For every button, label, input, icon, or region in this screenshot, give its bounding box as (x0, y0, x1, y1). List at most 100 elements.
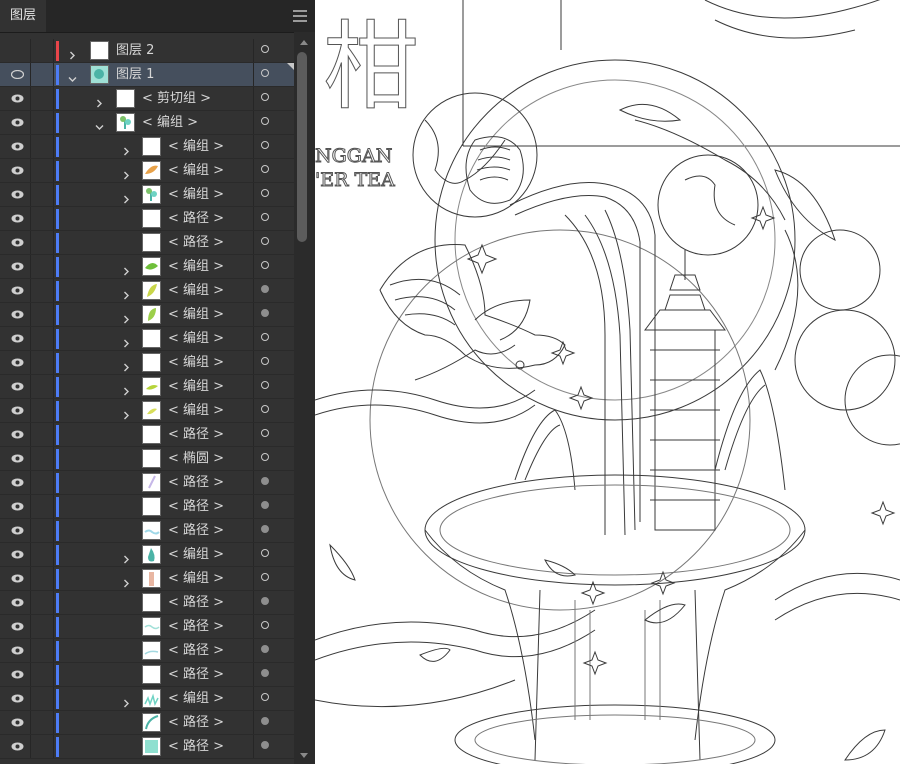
visibility-eye-icon[interactable] (4, 687, 31, 710)
chevron-right-icon[interactable] (95, 93, 103, 108)
target-circle-icon[interactable] (253, 255, 278, 278)
hamburger-menu-icon[interactable] (293, 10, 307, 22)
visibility-eye-icon[interactable] (4, 207, 31, 230)
chevron-right-icon[interactable] (122, 165, 130, 180)
layer-name[interactable]: < 路径 > (168, 711, 224, 734)
layer-row[interactable]: < 椭圆 > (0, 447, 294, 471)
chevron-right-icon[interactable] (122, 261, 130, 276)
visibility-eye-icon[interactable] (4, 519, 31, 542)
lock-toggle[interactable] (31, 279, 54, 302)
target-circle-icon[interactable] (253, 183, 278, 206)
layer-row[interactable]: < 编组 > (0, 375, 294, 399)
layer-name[interactable]: 图层 1 (116, 63, 154, 86)
layer-row[interactable]: < 编组 > (0, 111, 294, 135)
chevron-right-icon[interactable] (122, 381, 130, 396)
target-circle-icon[interactable] (253, 639, 278, 662)
visibility-eye-icon[interactable] (4, 111, 31, 134)
lock-toggle[interactable] (31, 207, 54, 230)
chevron-right-icon[interactable] (122, 405, 130, 420)
layer-name[interactable]: 图层 2 (116, 39, 154, 62)
visibility-eye-icon[interactable] (4, 735, 31, 758)
lock-toggle[interactable] (31, 591, 54, 614)
layer-row[interactable]: < 路径 > (0, 471, 294, 495)
visibility-eye-icon[interactable] (4, 183, 31, 206)
layer-name[interactable]: < 编组 > (168, 375, 224, 398)
layer-name[interactable]: < 编组 > (168, 327, 224, 350)
layer-row[interactable]: < 路径 > (0, 735, 294, 759)
layer-row[interactable]: < 路径 > (0, 207, 294, 231)
layer-name[interactable]: < 编组 > (168, 399, 224, 422)
chevron-right-icon[interactable] (122, 573, 130, 588)
layer-row[interactable]: 图层 1 (0, 63, 294, 87)
visibility-eye-icon[interactable] (4, 303, 31, 326)
target-circle-icon[interactable] (253, 207, 278, 230)
layer-row[interactable]: < 路径 > (0, 495, 294, 519)
layer-row[interactable]: < 路径 > (0, 519, 294, 543)
layers-tab[interactable]: 图层 (0, 0, 47, 32)
layer-name[interactable]: < 路径 > (168, 735, 224, 758)
visibility-eye-icon[interactable] (4, 471, 31, 494)
visibility-eye-icon[interactable] (4, 423, 31, 446)
visibility-eye-icon[interactable] (4, 591, 31, 614)
lock-toggle[interactable] (31, 519, 54, 542)
target-circle-icon[interactable] (253, 231, 278, 254)
layer-row[interactable]: < 编组 > (0, 351, 294, 375)
layer-row[interactable]: < 编组 > (0, 279, 294, 303)
layer-row[interactable]: < 编组 > (0, 687, 294, 711)
scroll-up-arrow-icon[interactable] (300, 40, 308, 45)
lock-toggle[interactable] (31, 111, 54, 134)
lock-toggle[interactable] (31, 39, 54, 62)
visibility-eye-icon[interactable] (4, 543, 31, 566)
lock-toggle[interactable] (31, 687, 54, 710)
layer-name[interactable]: < 编组 > (168, 135, 224, 158)
layer-row[interactable]: < 编组 > (0, 159, 294, 183)
chevron-right-icon[interactable] (122, 189, 130, 204)
target-circle-icon[interactable] (253, 135, 278, 158)
lock-toggle[interactable] (31, 399, 54, 422)
visibility-eye-icon[interactable] (4, 255, 31, 278)
target-circle-icon[interactable] (253, 327, 278, 350)
layer-row[interactable]: 图层 2 (0, 39, 294, 63)
visibility-eye-icon[interactable] (4, 447, 31, 470)
lock-toggle[interactable] (31, 639, 54, 662)
layer-row[interactable]: < 路径 > (0, 615, 294, 639)
lock-toggle[interactable] (31, 63, 54, 86)
layer-row[interactable]: < 编组 > (0, 567, 294, 591)
visibility-eye-icon[interactable] (4, 615, 31, 638)
visibility-eye-icon[interactable] (4, 231, 31, 254)
target-circle-icon[interactable] (253, 447, 278, 470)
layer-row[interactable]: < 编组 > (0, 399, 294, 423)
target-circle-icon[interactable] (253, 399, 278, 422)
chevron-right-icon[interactable] (122, 693, 130, 708)
lock-toggle[interactable] (31, 303, 54, 326)
chevron-right-icon[interactable] (122, 285, 130, 300)
layer-row[interactable]: < 路径 > (0, 231, 294, 255)
visibility-eye-icon[interactable] (4, 39, 31, 62)
lock-toggle[interactable] (31, 87, 54, 110)
chevron-right-icon[interactable] (68, 45, 76, 60)
visibility-eye-icon[interactable] (4, 159, 31, 182)
layer-row[interactable]: < 路径 > (0, 639, 294, 663)
visibility-eye-icon[interactable] (4, 87, 31, 110)
lock-toggle[interactable] (31, 543, 54, 566)
target-circle-icon[interactable] (253, 351, 278, 374)
target-circle-icon[interactable] (253, 615, 278, 638)
layer-name[interactable]: < 路径 > (168, 207, 224, 230)
lock-toggle[interactable] (31, 471, 54, 494)
layer-name[interactable]: < 编组 > (142, 111, 198, 134)
layer-name[interactable]: < 编组 > (168, 543, 224, 566)
target-circle-icon[interactable] (253, 519, 278, 542)
visibility-eye-icon[interactable] (4, 639, 31, 662)
layer-name[interactable]: < 路径 > (168, 495, 224, 518)
visibility-eye-icon[interactable] (4, 327, 31, 350)
lock-toggle[interactable] (31, 615, 54, 638)
scroll-thumb[interactable] (297, 52, 307, 242)
layer-name[interactable]: < 路径 > (168, 231, 224, 254)
target-circle-icon[interactable] (253, 375, 278, 398)
chevron-right-icon[interactable] (122, 309, 130, 324)
lock-toggle[interactable] (31, 663, 54, 686)
lock-toggle[interactable] (31, 231, 54, 254)
target-circle-icon[interactable] (253, 159, 278, 182)
layer-name[interactable]: < 编组 > (168, 687, 224, 710)
target-circle-icon[interactable] (253, 663, 278, 686)
